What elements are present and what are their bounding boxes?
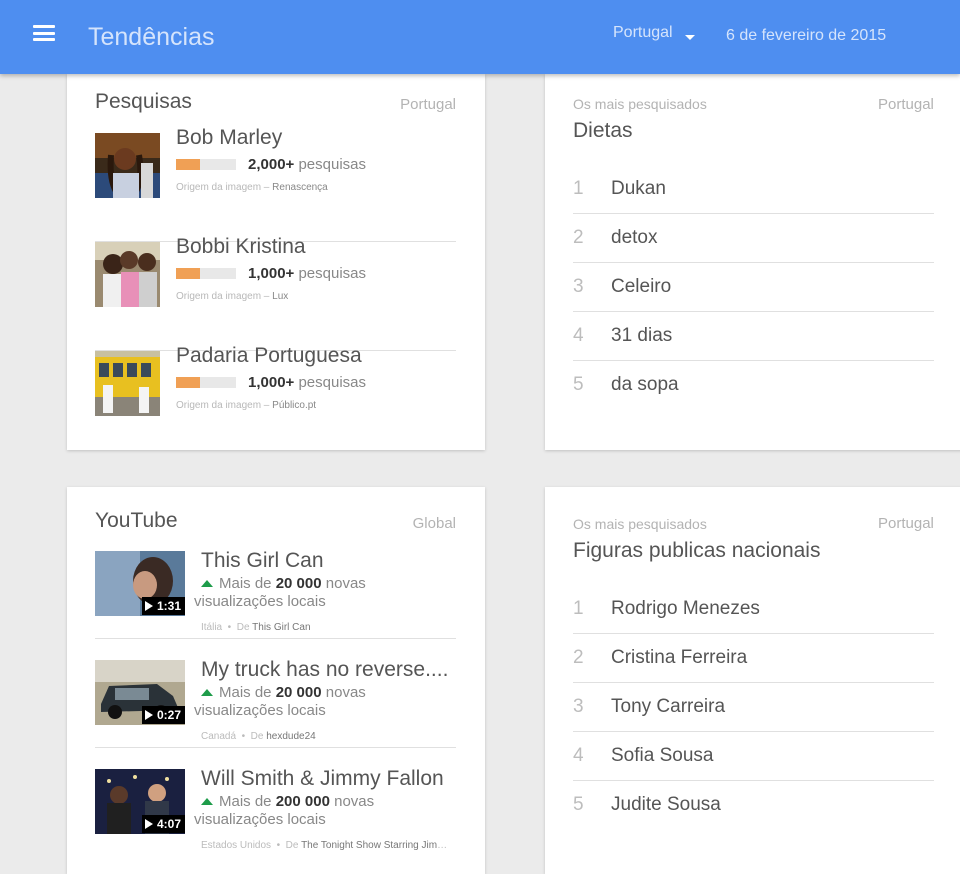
diets-card: Os mais pesquisados Portugal Dietas 1 Duk…	[545, 74, 960, 450]
ranked-item[interactable]: 3 Tony Carreira	[573, 683, 934, 732]
region-dropdown[interactable]: Portugal	[613, 24, 673, 42]
search-volume-bar	[176, 377, 236, 388]
search-count: 2,000+ pesquisas	[248, 156, 367, 173]
search-item[interactable]: Bob Marley 2,000+ pesquisas Origem da im…	[95, 126, 456, 242]
video-title[interactable]: Will Smith & Jimmy Fallon	[201, 767, 451, 791]
video-views: Mais de 200 000 novas visualizações loca…	[194, 793, 375, 828]
video-title[interactable]: My truck has no reverse....	[201, 658, 451, 682]
card-title: Dietas	[573, 119, 633, 142]
video-thumbnail[interactable]: 4:07	[95, 769, 185, 834]
video-item[interactable]: 4:07 Will Smith & Jimmy Fallon Mais de 2…	[95, 767, 456, 857]
card-eyebrow: Os mais pesquisados	[573, 516, 707, 532]
video-item[interactable]: 1:31 This Girl Can Mais de 20 000 novas …	[95, 549, 456, 639]
play-icon	[144, 819, 153, 829]
search-count: 1,000+ pesquisas	[248, 265, 367, 282]
date-label: 6 de fevereiro de 2015	[726, 27, 887, 44]
image-source: Origem da imagem – Público.pt	[176, 400, 317, 411]
ranked-item[interactable]: 5 da sopa	[573, 361, 934, 410]
ranked-item[interactable]: 2 Cristina Ferreira	[573, 634, 934, 683]
card-eyebrow: Os mais pesquisados	[573, 96, 707, 112]
search-item-name[interactable]: Bob Marley	[176, 126, 282, 150]
rank-label[interactable]: Cristina Ferreira	[611, 647, 747, 669]
video-meta: Canadá • De hexdude24	[201, 731, 316, 742]
trend-up-icon	[201, 579, 213, 587]
youtube-card: YouTube Global 1:31 This Girl Can Mais d…	[67, 487, 485, 874]
play-icon	[144, 710, 153, 720]
padaria-portuguesa-thumbnail	[95, 351, 160, 416]
search-volume-bar	[176, 159, 236, 170]
rank-label[interactable]: detox	[611, 227, 657, 249]
card-title: YouTube	[95, 509, 178, 532]
rank-number: 3	[573, 696, 584, 717]
search-count: 1,000+ pesquisas	[248, 374, 367, 391]
card-title: Figuras publicas nacionais	[573, 539, 821, 562]
rank-label[interactable]: Celeiro	[611, 276, 671, 298]
menu-icon[interactable]	[33, 25, 55, 41]
trend-up-icon	[201, 688, 213, 696]
search-item[interactable]: Bobbi Kristina 1,000+ pesquisas Origem d…	[95, 235, 456, 351]
video-item[interactable]: 0:27 My truck has no reverse.... Mais de…	[95, 658, 456, 748]
rank-label[interactable]: Judite Sousa	[611, 794, 721, 816]
search-item[interactable]: Padaria Portuguesa 1,000+ pesquisas Orig…	[95, 344, 456, 450]
video-meta: Estados Unidos • De The Tonight Show Sta…	[201, 840, 451, 851]
rank-number: 2	[573, 647, 584, 668]
card-title: Pesquisas	[95, 90, 192, 113]
ranked-item[interactable]: 4 31 dias	[573, 312, 934, 361]
searches-card: Pesquisas Portugal Bob Marley 2,000+ pes…	[67, 74, 485, 450]
video-views: Mais de 20 000 novas visualizações locai…	[194, 684, 366, 719]
public-figures-card: Os mais pesquisados Portugal Figuras pub…	[545, 487, 960, 874]
rank-number: 2	[573, 227, 584, 248]
video-thumbnail[interactable]: 0:27	[95, 660, 185, 725]
search-item-name[interactable]: Bobbi Kristina	[176, 235, 306, 259]
ranked-item[interactable]: 5 Judite Sousa	[573, 781, 934, 830]
search-volume-bar	[176, 268, 236, 279]
rank-number: 5	[573, 794, 584, 815]
card-scope: Portugal	[400, 96, 456, 113]
rank-label[interactable]: Sofia Sousa	[611, 745, 713, 767]
video-duration: 1:31	[141, 597, 185, 615]
rank-number: 1	[573, 178, 584, 199]
rank-number: 5	[573, 374, 584, 395]
rank-number: 4	[573, 325, 584, 346]
app-bar: Tendências Portugal 6 de fevereiro de 20…	[0, 0, 960, 74]
video-thumbnail[interactable]: 1:31	[95, 551, 185, 616]
play-icon	[144, 601, 153, 611]
bob-marley-thumbnail	[95, 133, 160, 198]
rank-label[interactable]: da sopa	[611, 374, 679, 396]
rank-number: 4	[573, 745, 584, 766]
video-title[interactable]: This Girl Can	[201, 549, 451, 573]
search-item-name[interactable]: Padaria Portuguesa	[176, 344, 362, 368]
video-duration: 0:27	[141, 706, 185, 724]
rank-label[interactable]: Dukan	[611, 178, 666, 200]
image-source: Origem da imagem – Lux	[176, 291, 289, 302]
rank-label[interactable]: Rodrigo Menezes	[611, 598, 760, 620]
video-meta: Itália • De This Girl Can	[201, 622, 311, 633]
rank-number: 1	[573, 598, 584, 619]
card-scope: Portugal	[878, 515, 934, 532]
app-title: Tendências	[88, 23, 215, 51]
card-scope: Portugal	[878, 96, 934, 113]
ranked-item[interactable]: 1 Dukan	[573, 165, 934, 214]
ranked-item[interactable]: 1 Rodrigo Menezes	[573, 585, 934, 634]
rank-label[interactable]: 31 dias	[611, 325, 672, 347]
video-views: Mais de 20 000 novas visualizações locai…	[194, 575, 366, 610]
ranked-item[interactable]: 3 Celeiro	[573, 263, 934, 312]
ranked-item[interactable]: 2 detox	[573, 214, 934, 263]
rank-label[interactable]: Tony Carreira	[611, 696, 725, 718]
bobbi-kristina-thumbnail	[95, 242, 160, 307]
rank-number: 3	[573, 276, 584, 297]
video-duration: 4:07	[141, 815, 185, 833]
trend-up-icon	[201, 797, 213, 805]
ranked-item[interactable]: 4 Sofia Sousa	[573, 732, 934, 781]
image-source: Origem da imagem – Renascença	[176, 182, 328, 193]
card-scope: Global	[412, 515, 456, 532]
dropdown-caret-icon[interactable]	[685, 35, 695, 40]
